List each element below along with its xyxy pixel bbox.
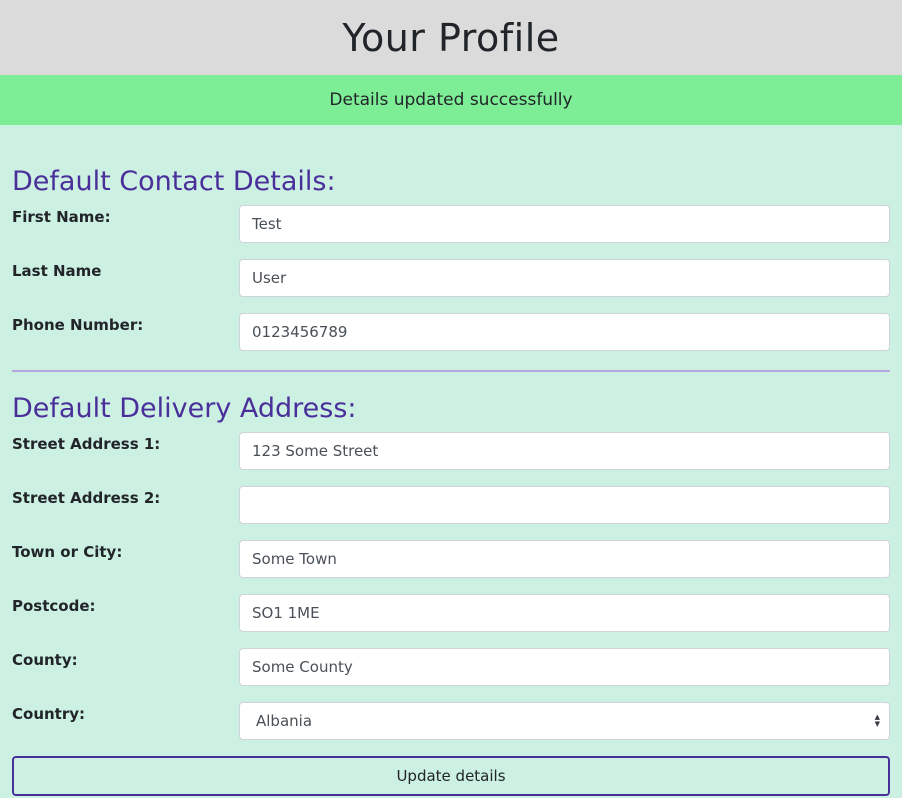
country-label: Country: [12,705,86,723]
phone-number-label: Phone Number: [12,316,144,334]
last-name-row: Last Name User [12,259,890,313]
first-name-row: First Name: Test [12,205,890,259]
last-name-label: Last Name [12,262,102,280]
country-selected-value: Albania [256,712,313,730]
country-row: Country: Albania ▲ ▼ [12,702,890,756]
contact-details-heading: Default Contact Details: [12,166,336,197]
town-city-row: Town or City: Some Town [12,540,890,594]
street-address-1-row: Street Address 1: 123 Some Street [12,432,890,486]
country-select[interactable]: Albania ▲ ▼ [239,702,890,740]
postcode-row: Postcode: SO1 1ME [12,594,890,648]
page-header: Your Profile [0,0,902,75]
street-address-1-label: Street Address 1: [12,435,161,453]
select-arrows-icon: ▲ ▼ [874,713,880,728]
county-input[interactable]: Some County [239,648,890,686]
postcode-input[interactable]: SO1 1ME [239,594,890,632]
postcode-label: Postcode: [12,597,96,615]
county-row: County: Some County [12,648,890,702]
street-address-2-label: Street Address 2: [12,489,161,507]
town-city-input[interactable]: Some Town [239,540,890,578]
county-label: County: [12,651,78,669]
first-name-label: First Name: [12,208,111,226]
first-name-input[interactable]: Test [239,205,890,243]
town-city-label: Town or City: [12,543,123,561]
street-address-1-input[interactable]: 123 Some Street [239,432,890,470]
street-address-2-input[interactable] [239,486,890,524]
street-address-2-row: Street Address 2: [12,486,890,540]
phone-number-input[interactable]: 0123456789 [239,313,890,351]
profile-form: Default Contact Details: First Name: Tes… [0,162,902,796]
last-name-input[interactable]: User [239,259,890,297]
section-divider [12,370,890,372]
update-details-button[interactable]: Update details [12,756,890,796]
page-title: Your Profile [342,15,560,60]
success-alert: Details updated successfully [0,75,902,125]
phone-number-row: Phone Number: 0123456789 [12,313,890,367]
delivery-address-heading: Default Delivery Address: [12,393,357,424]
